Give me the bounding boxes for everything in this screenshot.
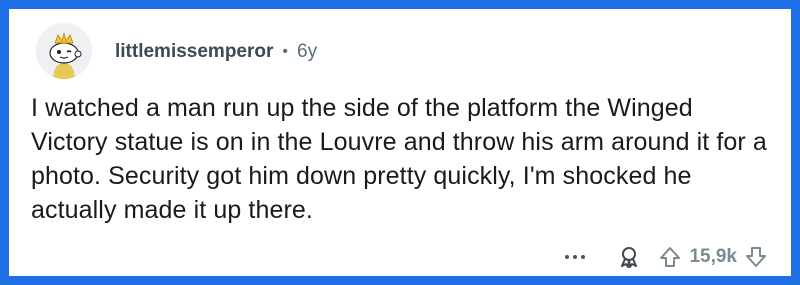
- comment-header: littlemissemperor • 6y: [115, 41, 317, 63]
- award-icon: [621, 247, 638, 268]
- more-dot: [565, 255, 570, 259]
- username[interactable]: littlemissemperor: [115, 41, 273, 63]
- user-avatar[interactable]: [36, 23, 92, 79]
- comment-actions: 15,9k: [565, 245, 767, 269]
- snoo-avatar-icon: [36, 23, 92, 79]
- downvote-button[interactable]: [745, 245, 767, 269]
- more-options-button[interactable]: [565, 247, 586, 267]
- comment-body: I watched a man run up the side of the p…: [31, 94, 767, 224]
- vote-score: 15,9k: [689, 246, 737, 267]
- comment-card: littlemissemperor • 6y I watched a man r…: [9, 9, 791, 276]
- vote-controls: 15,9k: [659, 245, 767, 269]
- award-button[interactable]: [617, 245, 641, 269]
- more-dot: [573, 255, 578, 259]
- upvote-icon: [660, 247, 681, 267]
- comment-age[interactable]: 6y: [297, 41, 317, 63]
- upvote-button[interactable]: [659, 245, 681, 269]
- meta-separator: •: [282, 43, 289, 60]
- downvote-icon: [746, 247, 766, 267]
- more-dot: [581, 255, 586, 259]
